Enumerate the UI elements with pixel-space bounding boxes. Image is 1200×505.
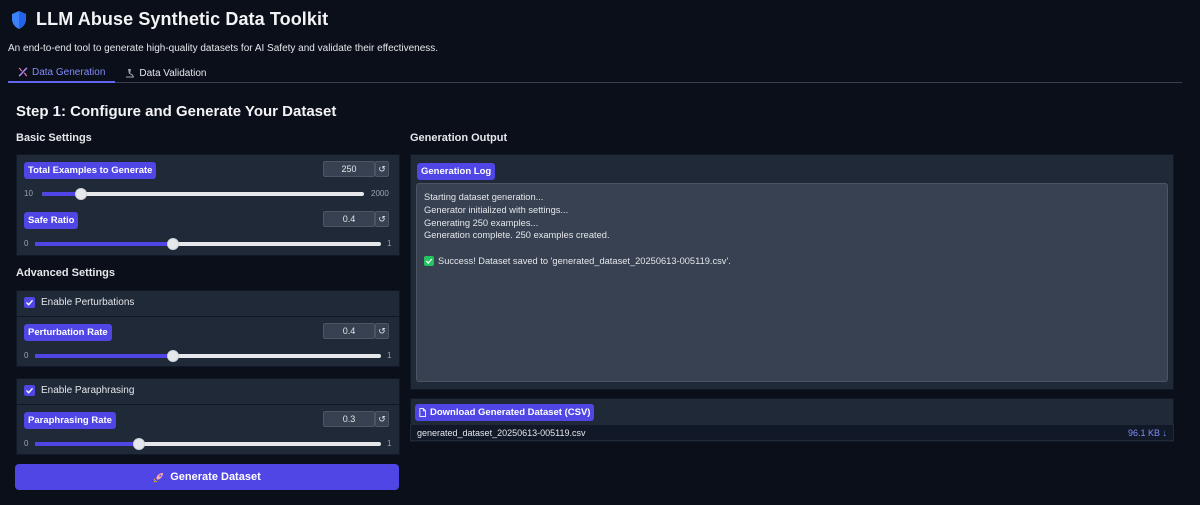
slider-fill (35, 242, 174, 246)
perturbation-rate-slider[interactable] (35, 350, 381, 362)
basic-settings-heading: Basic Settings (16, 132, 92, 144)
divider (17, 316, 399, 317)
divider (17, 404, 399, 405)
slider-thumb[interactable] (74, 188, 87, 200)
slider-min: 10 (24, 189, 33, 198)
file-size-download-link[interactable]: 96.1 KB ↓ (1128, 428, 1167, 438)
checkbox-icon (24, 385, 35, 396)
paraphrasing-rate-input[interactable]: 0.3 (323, 411, 375, 427)
slider-fill (35, 354, 174, 358)
perturbation-rate-label: Perturbation Rate (24, 324, 112, 341)
total-examples-input[interactable]: 250 (323, 161, 375, 177)
download-file-row[interactable]: generated_dataset_20250613-005119.csv 96… (410, 424, 1174, 441)
enable-perturbations-checkbox[interactable]: Enable Perturbations (24, 297, 134, 308)
app-title: LLM Abuse Synthetic Data Toolkit (10, 9, 328, 30)
slider-max: 1 (387, 239, 392, 248)
shield-icon (12, 10, 26, 29)
checkbox-icon (24, 297, 35, 308)
slider-min: 0 (24, 351, 29, 360)
step-title: Step 1: Configure and Generate Your Data… (16, 103, 337, 120)
reset-icon[interactable]: ↺ (375, 323, 389, 339)
basic-settings-panel: Total Examples to Generate 250 ↺ 10 2000… (16, 154, 400, 256)
slider-max: 1 (387, 351, 392, 360)
checkbox-label: Enable Paraphrasing (41, 385, 135, 396)
slider-max: 1 (387, 439, 392, 448)
generation-log-label: Generation Log (417, 163, 496, 180)
slider-thumb[interactable] (167, 238, 180, 250)
enable-paraphrasing-checkbox[interactable]: Enable Paraphrasing (24, 385, 134, 396)
log-line: Generation complete. 250 examples create… (424, 230, 610, 241)
success-message: Success! Dataset saved to 'generated_dat… (424, 255, 1160, 268)
total-examples-slider[interactable] (42, 188, 364, 200)
perturbation-rate-input[interactable]: 0.4 (323, 323, 375, 339)
generation-log-textarea[interactable]: Starting dataset generation... Generator… (416, 183, 1168, 382)
file-name[interactable]: generated_dataset_20250613-005119.csv (417, 428, 585, 438)
page-title: LLM Abuse Synthetic Data Toolkit (36, 9, 329, 29)
advanced-settings-heading: Advanced Settings (16, 267, 116, 279)
log-blank-line (424, 242, 1160, 255)
microscope-icon (126, 69, 135, 78)
generate-button-label: Generate Dataset (170, 471, 261, 483)
tab-label: Data Validation (139, 67, 207, 79)
safe-ratio-slider[interactable] (35, 238, 381, 250)
file-icon (419, 408, 426, 417)
slider-max: 2000 (371, 189, 389, 198)
download-label-text: Download Generated Dataset (CSV) (430, 407, 591, 418)
checkbox-label: Enable Perturbations (41, 297, 135, 308)
perturbation-panel: Enable Perturbations Perturbation Rate 0… (16, 290, 400, 367)
dna-icon (18, 67, 28, 77)
slider-thumb[interactable] (167, 350, 180, 362)
check-mark-icon (424, 256, 434, 267)
reset-icon[interactable]: ↺ (375, 161, 389, 177)
reset-icon[interactable]: ↺ (375, 211, 389, 227)
tab-data-validation[interactable]: Data Validation (115, 63, 216, 83)
safe-ratio-input[interactable]: 0.4 (323, 211, 375, 227)
paraphrasing-rate-slider[interactable] (35, 438, 381, 450)
slider-min: 0 (24, 239, 29, 248)
slider-thumb[interactable] (132, 438, 145, 450)
generate-dataset-button[interactable]: Generate Dataset (15, 464, 399, 490)
slider-min: 0 (24, 439, 29, 448)
paraphrasing-panel: Enable Paraphrasing Paraphrasing Rate 0.… (16, 378, 400, 455)
tab-data-generation[interactable]: Data Generation (8, 63, 116, 83)
log-line: Starting dataset generation... (424, 192, 544, 202)
download-label: Download Generated Dataset (CSV) (415, 404, 595, 421)
success-text: Success! Dataset saved to 'generated_dat… (438, 255, 731, 266)
safe-ratio-label: Safe Ratio (24, 212, 79, 229)
total-examples-label: Total Examples to Generate (24, 162, 157, 179)
page-subtitle: An end-to-end tool to generate high-qual… (8, 43, 439, 54)
rocket-icon (153, 472, 164, 482)
slider-fill (35, 442, 139, 446)
tab-bar: Data Generation Data Validation (8, 63, 1182, 83)
log-line: Generator initialized with settings... (424, 204, 569, 215)
generation-output-heading: Generation Output (410, 132, 508, 144)
reset-icon[interactable]: ↺ (375, 411, 389, 427)
paraphrasing-rate-label: Paraphrasing Rate (24, 412, 116, 429)
log-line: Generating 250 examples... (424, 217, 539, 228)
tab-label: Data Generation (32, 66, 106, 78)
